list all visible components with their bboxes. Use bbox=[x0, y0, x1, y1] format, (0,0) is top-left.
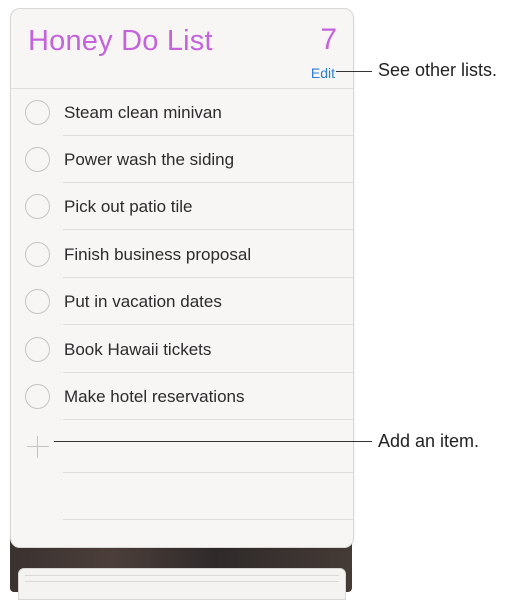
add-item-row[interactable] bbox=[11, 427, 353, 465]
item-label[interactable]: Pick out patio tile bbox=[64, 197, 193, 217]
item-count: 7 bbox=[320, 23, 337, 56]
list-item[interactable]: Finish business proposal bbox=[11, 231, 353, 278]
checkbox-circle[interactable] bbox=[25, 147, 50, 172]
row-divider bbox=[63, 229, 353, 230]
list-item[interactable]: Pick out patio tile bbox=[11, 183, 353, 230]
item-label[interactable]: Book Hawaii tickets bbox=[64, 340, 211, 360]
list-item[interactable]: Make hotel reservations bbox=[11, 373, 353, 420]
list-item[interactable]: Book Hawaii tickets bbox=[11, 326, 353, 373]
plus-icon[interactable] bbox=[27, 436, 49, 458]
checkbox-circle[interactable] bbox=[25, 194, 50, 219]
callout-see-other-lists: See other lists. bbox=[378, 60, 498, 80]
row-divider bbox=[63, 324, 353, 325]
checkbox-circle[interactable] bbox=[25, 100, 50, 125]
reminder-list-card: Honey Do List 7 Edit Steam clean minivan… bbox=[10, 8, 354, 548]
callout-add-item: Add an item. bbox=[378, 431, 480, 451]
empty-row-divider bbox=[63, 472, 353, 473]
list-item[interactable]: Steam clean minivan bbox=[11, 89, 353, 136]
list-item[interactable]: Put in vacation dates bbox=[11, 278, 353, 325]
list-item[interactable]: Power wash the siding bbox=[11, 136, 353, 183]
empty-row-divider bbox=[63, 519, 353, 520]
checkbox-circle[interactable] bbox=[25, 337, 50, 362]
stack-card-edge bbox=[25, 575, 339, 576]
checkbox-circle[interactable] bbox=[25, 384, 50, 409]
item-label[interactable]: Finish business proposal bbox=[64, 245, 251, 265]
other-lists-stack[interactable] bbox=[18, 568, 346, 600]
row-divider bbox=[63, 419, 353, 420]
item-label[interactable]: Make hotel reservations bbox=[64, 387, 244, 407]
item-label[interactable]: Put in vacation dates bbox=[64, 292, 222, 312]
item-label[interactable]: Steam clean minivan bbox=[64, 103, 222, 123]
callout-line-edit bbox=[336, 71, 372, 72]
stack-card-edge bbox=[25, 581, 339, 582]
item-label[interactable]: Power wash the siding bbox=[64, 150, 234, 170]
callout-line-add bbox=[54, 441, 372, 442]
list-title[interactable]: Honey Do List bbox=[28, 25, 213, 58]
checkbox-circle[interactable] bbox=[25, 242, 50, 267]
checkbox-circle[interactable] bbox=[25, 289, 50, 314]
edit-button[interactable]: Edit bbox=[311, 65, 335, 81]
